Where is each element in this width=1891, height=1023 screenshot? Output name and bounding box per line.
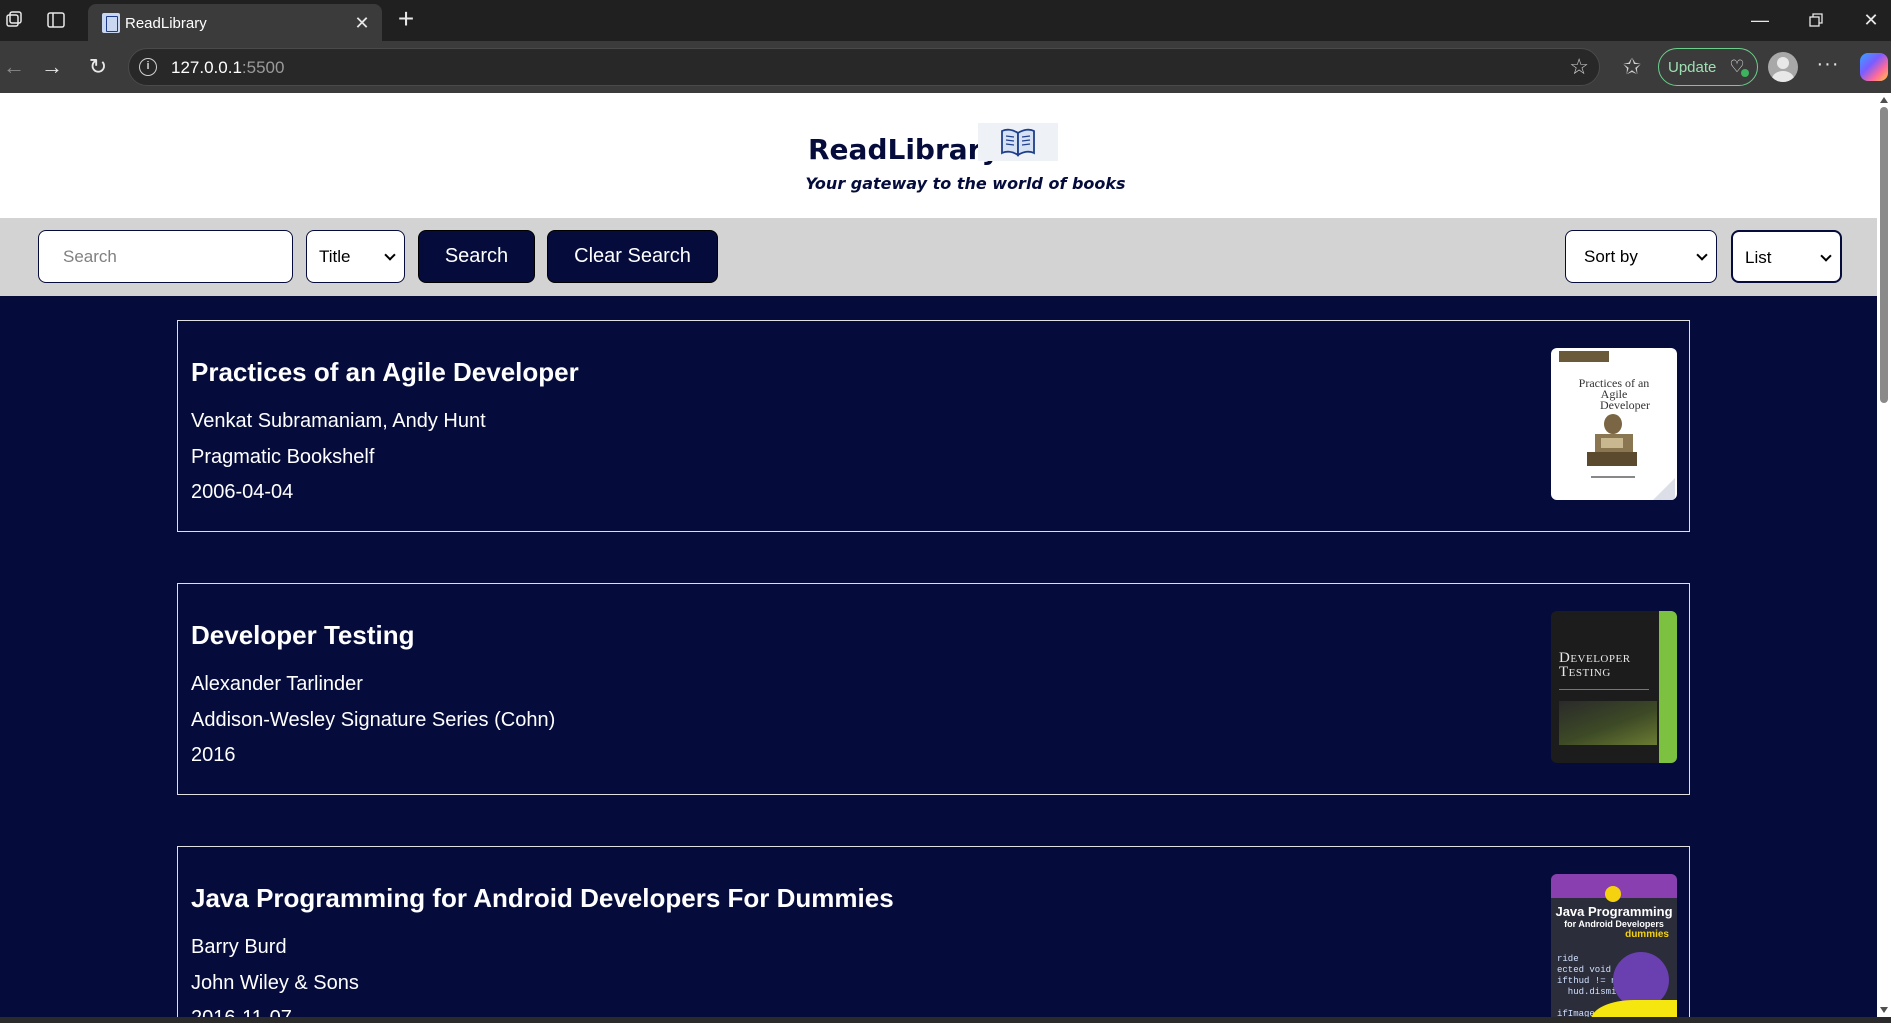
forward-icon[interactable]: → [38, 53, 66, 81]
book-publisher: John Wiley & Sons [191, 972, 359, 994]
view-mode-select[interactable]: List [1731, 230, 1842, 283]
browser-nav-bar: ← → ↻ i 127.0.0.1:5500 ☆ ✩ Update ♡ ··· [0, 41, 1891, 93]
sort-select[interactable]: Sort by [1565, 230, 1717, 283]
restore-icon[interactable] [1796, 6, 1836, 34]
book-cover-image: Java Programming for Android Developers … [1551, 874, 1677, 1017]
cover-line: Java Programming [1555, 904, 1673, 919]
search-toolbar: Title Search Clear Search Sort by List [0, 218, 1877, 296]
page-viewport: ReadLibrary Your gateway to the world of… [0, 93, 1877, 1017]
book-card[interactable]: Java Programming for Android Developers … [177, 846, 1690, 1017]
book-cover-image: Practices of an Agile Developer [1551, 348, 1677, 500]
profile-avatar-icon[interactable] [1768, 52, 1798, 82]
site-info-icon[interactable]: i [139, 58, 157, 76]
more-options-icon[interactable]: ··· [1813, 53, 1843, 81]
book-publisher: Addison-Wesley Signature Series (Cohn) [191, 709, 556, 731]
chevron-down-icon [1820, 250, 1832, 262]
update-button[interactable]: Update ♡ [1658, 48, 1758, 86]
reload-icon[interactable]: ↻ [84, 53, 112, 81]
book-title: Practices of an Agile Developer [191, 357, 579, 387]
scroll-up-icon[interactable] [1880, 97, 1888, 103]
search-field-value: Title [319, 247, 351, 266]
search-field-select[interactable]: Title [306, 230, 405, 283]
vertical-tabs-icon[interactable] [44, 8, 68, 32]
search-button[interactable]: Search [418, 230, 535, 283]
book-cover-image: Developer Testing [1551, 611, 1677, 763]
address-bar[interactable]: i 127.0.0.1:5500 ☆ [128, 48, 1600, 86]
book-date: 2016-11-07 [191, 1007, 292, 1017]
cover-line: Testing [1559, 664, 1611, 680]
chevron-down-icon [1696, 249, 1708, 261]
page-scrollbar[interactable] [1877, 93, 1891, 1017]
back-icon[interactable]: ← [0, 53, 28, 81]
cover-line: dummies [1625, 929, 1669, 940]
new-tab-icon[interactable]: + [392, 5, 420, 34]
copilot-icon[interactable] [1860, 53, 1888, 81]
workspaces-icon[interactable] [2, 8, 26, 32]
update-label: Update [1668, 59, 1717, 76]
site-header: ReadLibrary Your gateway to the world of… [0, 93, 1877, 218]
book-card[interactable]: Developer Testing Alexander Tarlinder Ad… [177, 583, 1690, 795]
book-title: Java Programming for Android Developers … [191, 883, 894, 913]
browser-health-icon: ♡ [1727, 57, 1749, 77]
search-input[interactable] [38, 230, 293, 283]
tab-title: ReadLibrary [125, 15, 207, 32]
favorites-icon[interactable]: ✩ [1618, 53, 1646, 81]
close-window-icon[interactable]: ✕ [1851, 6, 1891, 34]
book-card[interactable]: Practices of an Agile Developer Venkat S… [177, 320, 1690, 532]
open-book-logo-icon [978, 123, 1058, 161]
book-authors: Alexander Tarlinder [191, 673, 363, 695]
window-bottom-edge [0, 1017, 1891, 1023]
chevron-down-icon [384, 249, 396, 261]
minimize-icon[interactable]: — [1740, 6, 1780, 34]
active-tab[interactable]: ReadLibrary ✕ [88, 4, 382, 41]
site-tagline: Your gateway to the world of books [805, 174, 1126, 193]
book-authors: Venkat Subramaniam, Andy Hunt [191, 410, 486, 432]
address-url: 127.0.0.1:5500 [171, 58, 285, 77]
book-title: Developer Testing [191, 620, 415, 650]
page-curl-icon [1653, 478, 1675, 500]
book-date: 2006-04-04 [191, 481, 294, 503]
clear-search-button[interactable]: Clear Search [547, 230, 718, 283]
browser-tab-bar: ReadLibrary ✕ + — ✕ [0, 0, 1891, 41]
site-title: ReadLibrary [808, 133, 1000, 166]
bookmark-star-icon[interactable]: ☆ [1569, 55, 1589, 79]
book-favicon-icon [102, 13, 120, 33]
book-authors: Barry Burd [191, 936, 287, 958]
cover-illustration-icon [1587, 414, 1637, 466]
scroll-thumb[interactable] [1880, 107, 1888, 403]
cover-line: for Android Developers [1564, 919, 1664, 929]
cover-line: Developer [1559, 650, 1631, 666]
book-publisher: Pragmatic Bookshelf [191, 446, 375, 468]
close-tab-icon[interactable]: ✕ [352, 13, 372, 33]
view-mode-value: List [1745, 248, 1772, 267]
sort-value: Sort by [1584, 247, 1638, 266]
book-date: 2016 [191, 744, 236, 766]
scroll-down-icon[interactable] [1880, 1007, 1888, 1013]
